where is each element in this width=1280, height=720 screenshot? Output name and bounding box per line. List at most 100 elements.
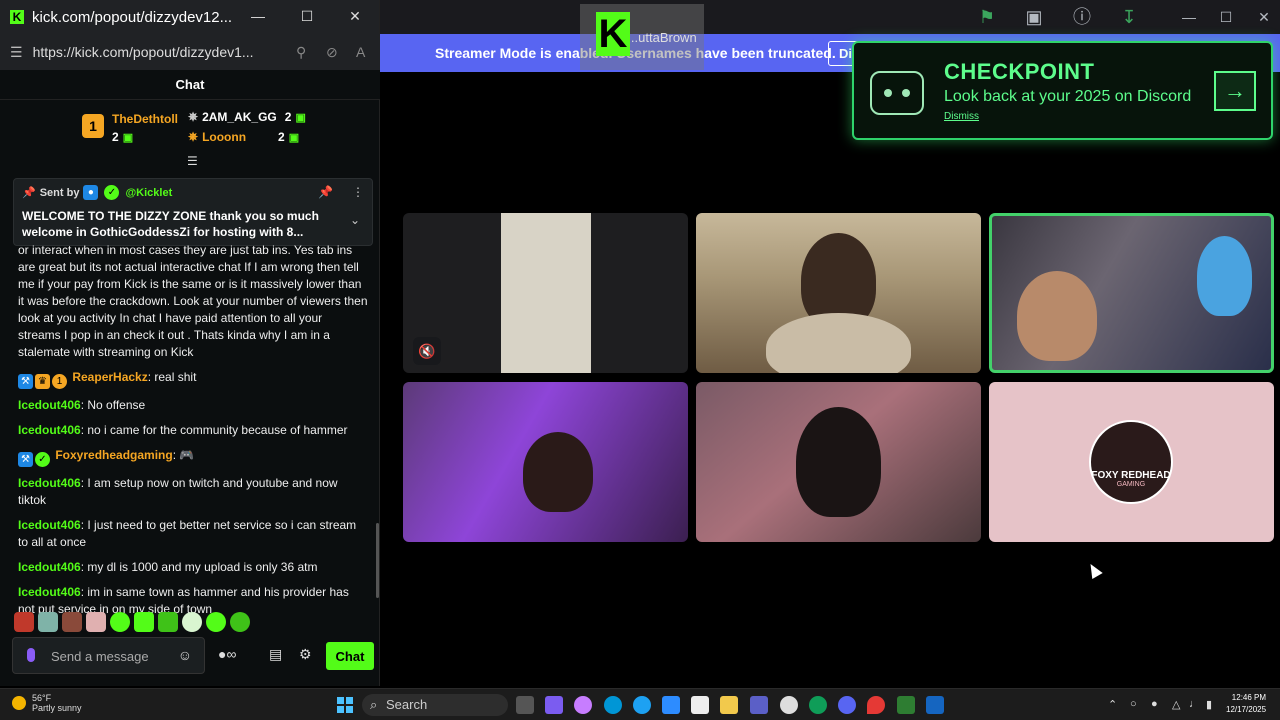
store-icon[interactable]: ▤ <box>269 646 282 663</box>
leaderboard-third[interactable]: ✵ Looonn 2 ▣ <box>188 130 299 144</box>
minimize-icon[interactable]: — <box>1174 6 1204 28</box>
leaderboard-second[interactable]: ✵ 2AM_AK_GG 2 ▣ <box>188 110 306 124</box>
video-tile-1[interactable]: 🔇 <box>403 213 688 373</box>
close-icon[interactable]: ✕ <box>1249 6 1279 28</box>
pinned-message[interactable]: 📌 Sent by ● ✓ @Kicklet WELCOME TO THE DI… <box>13 178 373 246</box>
wifi-icon[interactable]: △ <box>1172 698 1180 711</box>
username[interactable]: Icedout406 <box>18 398 81 412</box>
username[interactable]: Icedout406 <box>18 585 81 599</box>
app-icon[interactable] <box>926 696 944 714</box>
read-aloud-icon[interactable]: A <box>356 44 365 60</box>
emote-icon[interactable] <box>38 612 58 632</box>
username[interactable]: ReaperHackz <box>72 370 147 384</box>
minimize-icon[interactable]: — <box>246 8 270 24</box>
zoom-app-icon[interactable] <box>662 696 680 714</box>
leaderboard-first[interactable]: 1 <box>82 114 104 138</box>
weather-temp: 56°F <box>32 693 52 703</box>
emoji-picker-icon[interactable]: ☺ <box>178 647 192 663</box>
message-text: real shit <box>154 370 197 384</box>
chat-scrollbar[interactable] <box>376 523 379 598</box>
chevron-up-icon[interactable]: ⌃ <box>1108 698 1117 711</box>
emote-icon[interactable] <box>206 612 226 632</box>
download-icon[interactable]: ↧ <box>1117 6 1141 28</box>
copilot-icon[interactable] <box>574 696 592 714</box>
weather-widget[interactable]: 56°F Partly sunny <box>12 693 82 713</box>
video-tile-3[interactable] <box>989 213 1274 373</box>
username[interactable]: Icedout406 <box>18 423 81 437</box>
users-icon[interactable]: ●∞ <box>218 646 236 662</box>
screen-record-icon[interactable]: ▣ <box>1022 6 1046 28</box>
message-text: No offense <box>87 398 146 412</box>
taskbar-search[interactable]: Search <box>362 694 508 716</box>
maps-icon[interactable] <box>867 696 885 714</box>
gift-count: 2 <box>278 130 285 144</box>
zoom-icon[interactable]: ⚲ <box>296 44 306 61</box>
emote-icon[interactable] <box>14 612 34 632</box>
leader-name: Looonn <box>202 130 247 144</box>
edge-icon[interactable] <box>809 696 827 714</box>
username[interactable]: Foxyredheadgaming <box>55 448 172 462</box>
kick-titlebar: K kick.com/popout/dizzydev12... <box>0 0 379 34</box>
store-app-icon[interactable] <box>691 696 709 714</box>
tray-icon[interactable]: ○ <box>1130 698 1137 710</box>
mic-icon[interactable] <box>27 648 35 662</box>
collapse-icon[interactable]: ☰ <box>187 154 198 168</box>
emote-bar <box>14 612 250 632</box>
pinned-header: 📌 Sent by ● ✓ @Kicklet <box>22 185 364 200</box>
close-icon[interactable]: ✕ <box>343 8 367 25</box>
username[interactable]: Icedout406 <box>18 560 81 574</box>
video-tile-4[interactable] <box>403 382 688 542</box>
pin-icon[interactable]: 📌 <box>318 185 333 199</box>
video-tile-2[interactable] <box>696 213 981 373</box>
windows-start-icon[interactable] <box>337 697 353 713</box>
maximize-icon[interactable]: ☐ <box>295 8 319 25</box>
settings-icon[interactable]: ⚙ <box>299 646 312 663</box>
discord-app-icon[interactable] <box>838 696 856 714</box>
hp-icon[interactable] <box>604 696 622 714</box>
leaderboard-first-name[interactable]: TheDethtoll <box>112 112 178 126</box>
foxy-redhead-logo: FOXY REDHEAD GAMING <box>1089 420 1173 504</box>
more-options-icon[interactable]: ⋮ <box>352 185 364 199</box>
flag-icon[interactable]: ⚑ <box>975 6 999 28</box>
app-icon[interactable] <box>897 696 915 714</box>
video-tile-5[interactable] <box>696 382 981 542</box>
gamer-emote-icon: 🎮 <box>179 448 195 462</box>
emote-icon[interactable] <box>230 612 250 632</box>
app-icon[interactable] <box>545 696 563 714</box>
arrow-right-icon[interactable]: → <box>1214 71 1256 111</box>
crown-badge-icon: ♛ <box>35 374 50 389</box>
username[interactable]: Icedout406 <box>18 476 81 490</box>
pinned-text: WELCOME TO THE DIZZY ZONE thank you so m… <box>22 209 319 239</box>
chat-message: Icedout406: no i came for the community … <box>18 423 348 437</box>
rank-2-icon: ✵ <box>188 110 199 124</box>
weather-condition: Partly sunny <box>32 703 82 713</box>
desktop: ⚑ ▣ ⓘ ↧ — ☐ ✕ Streamer Mode is enabled. … <box>0 0 1280 720</box>
video-tile-6[interactable]: FOXY REDHEAD GAMING <box>989 382 1274 542</box>
volume-icon[interactable]: ♩ <box>1189 698 1200 710</box>
clock[interactable]: 12:46 PM 12/17/2025 <box>1226 692 1266 716</box>
mic-tray-icon[interactable]: ● <box>1151 698 1158 710</box>
task-view-icon[interactable] <box>516 696 534 714</box>
address-bar[interactable]: ☰ https://kick.com/popout/dizzydev1... <box>0 34 380 70</box>
emote-icon[interactable] <box>182 612 202 632</box>
settings-app-icon[interactable] <box>780 696 798 714</box>
emote-icon[interactable] <box>134 612 154 632</box>
dismiss-link[interactable]: Dismiss <box>944 111 979 122</box>
teams-icon[interactable] <box>750 696 768 714</box>
send-chat-button[interactable]: Chat <box>326 642 374 670</box>
file-explorer-icon[interactable] <box>720 696 738 714</box>
emote-icon[interactable] <box>62 612 82 632</box>
message-input[interactable] <box>51 646 171 666</box>
emote-icon[interactable] <box>86 612 106 632</box>
maximize-icon[interactable]: ☐ <box>1211 6 1241 28</box>
chevron-down-icon[interactable]: ⌄ <box>350 213 360 227</box>
battery-icon[interactable]: ▮ <box>1206 698 1212 711</box>
emote-icon[interactable] <box>110 612 130 632</box>
username[interactable]: Icedout406 <box>18 518 81 532</box>
message-input-box[interactable]: ☺ <box>12 637 205 674</box>
gift-icon: ▣ <box>288 131 300 144</box>
emote-icon[interactable] <box>158 612 178 632</box>
help-icon[interactable]: ⓘ <box>1070 6 1094 28</box>
tracking-icon[interactable]: ⊘ <box>326 44 338 61</box>
app-icon[interactable] <box>633 696 651 714</box>
